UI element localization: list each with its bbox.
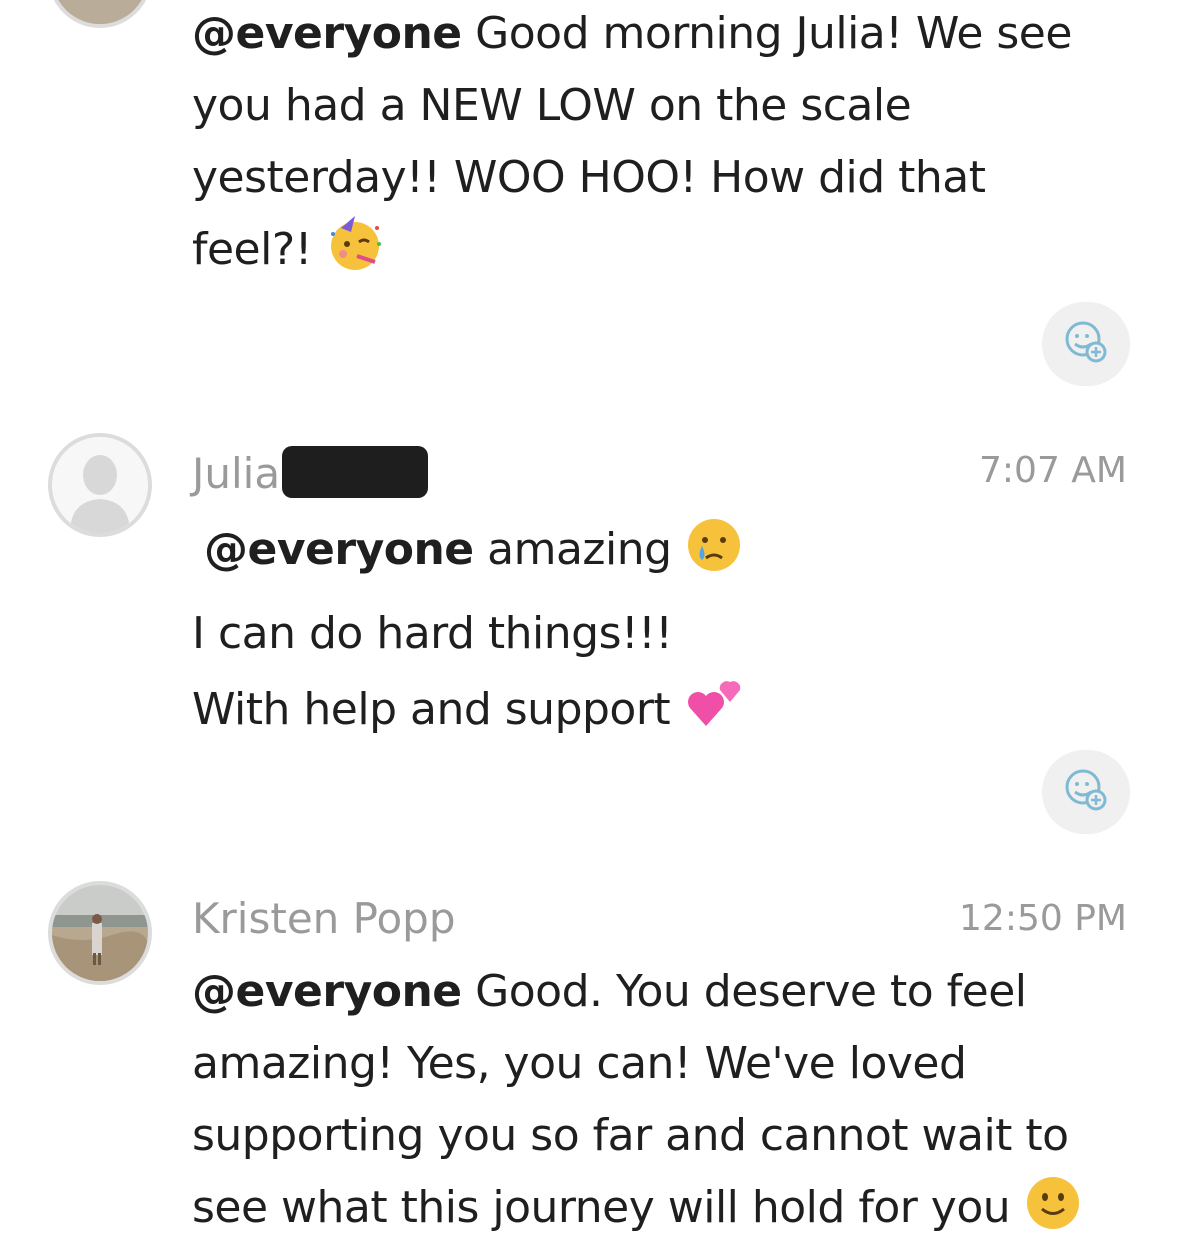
author-name-text: Julia [192, 449, 281, 498]
add-reaction-icon [1061, 317, 1111, 371]
message-text: yesterday!! WOO HOO! How did that [192, 152, 986, 203]
default-avatar-icon [52, 437, 148, 533]
message-text: Good morning Julia! We see [461, 8, 1072, 59]
mention-everyone[interactable]: @everyone [192, 966, 462, 1017]
message-text: see what this journey will hold for you [192, 1182, 1024, 1233]
message-timestamp: 7:07 AM [979, 450, 1127, 491]
message-text: supporting you so far and cannot wait to [192, 1110, 1069, 1161]
user-avatar[interactable] [48, 433, 152, 537]
mention-everyone[interactable]: @everyone [204, 524, 474, 575]
message-text: feel?! [192, 224, 326, 275]
message-text: Good. You deserve to feel [461, 966, 1027, 1017]
message-body: @everyone Good morning Julia! We see you… [192, 0, 1092, 296]
message-text: amazing! Yes, you can! We've loved [192, 1038, 967, 1089]
redacted-name-block [282, 446, 429, 498]
message-text: I can do hard things!!! [192, 608, 673, 659]
message-text: With help and support [192, 684, 684, 735]
mention-everyone[interactable]: @everyone [192, 8, 462, 59]
user-avatar[interactable] [48, 0, 152, 28]
message-text: amazing [473, 524, 686, 575]
crying-face-emoji [685, 516, 743, 596]
user-photo-avatar[interactable] [48, 881, 152, 985]
author-name[interactable]: Julia [192, 446, 429, 499]
partying-face-emoji [325, 214, 385, 296]
message-timestamp: 12:50 PM [959, 898, 1127, 939]
add-reaction-button[interactable] [1042, 302, 1130, 386]
author-name[interactable]: Kristen Popp [192, 894, 455, 944]
message-body: @everyone amazing I can do hard things!!… [192, 514, 1092, 758]
two-hearts-emoji [684, 672, 746, 758]
message-body: @everyone Good. You deserve to feel amaz… [192, 956, 1092, 1254]
add-reaction-icon [1061, 765, 1111, 819]
slightly-smiling-face-emoji [1024, 1174, 1082, 1254]
message-text: you had a NEW LOW on the scale [192, 80, 912, 131]
add-reaction-button[interactable] [1042, 750, 1130, 834]
